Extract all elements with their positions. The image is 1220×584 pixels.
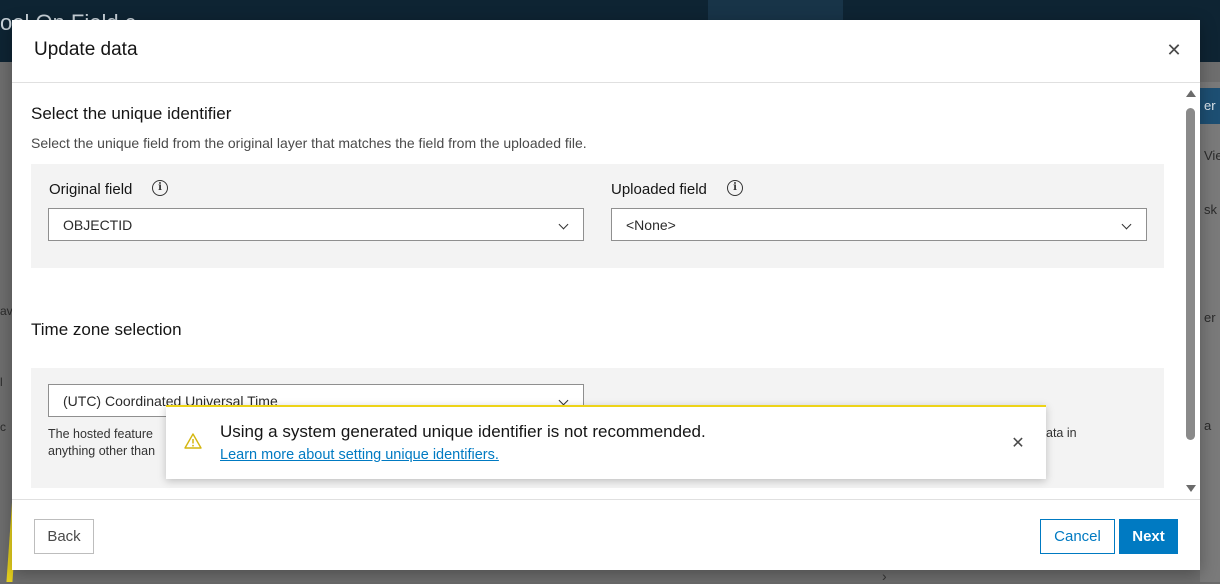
time-zone-helper-line2: anything other than (48, 444, 156, 458)
original-field-label: Original field (49, 181, 133, 198)
original-field-select[interactable]: OBJECTID (48, 208, 584, 241)
background-side-text: er (1204, 98, 1216, 113)
scroll-up-arrow-icon[interactable] (1186, 90, 1196, 97)
background-side-text: Vie (1204, 148, 1220, 163)
uploaded-field-value: <None> (626, 217, 676, 233)
back-button[interactable]: Back (34, 519, 94, 554)
update-data-dialog: Update data ✕ Select the unique identifi… (12, 20, 1200, 570)
dialog-scrollbar[interactable] (1184, 88, 1198, 494)
info-icon[interactable]: i (152, 180, 168, 196)
background-side-text: sk (1204, 202, 1217, 217)
time-zone-helper-line1: The hosted feature (48, 427, 153, 441)
background-side-text: a (1204, 418, 1212, 433)
background-left-text: c (0, 420, 6, 434)
time-zone-heading: Time zone selection (31, 320, 182, 339)
dialog-title: Update data (34, 39, 138, 60)
next-button[interactable]: Next (1119, 519, 1178, 554)
uploaded-field-select[interactable]: <None> (611, 208, 1147, 241)
chevron-down-icon (558, 219, 569, 230)
dialog-header: Update data ✕ (12, 20, 1200, 83)
background-side-text: er (1204, 310, 1216, 325)
background-side-button: er (1200, 88, 1220, 124)
unique-identifier-description: Select the unique field from the origina… (31, 135, 587, 151)
close-icon[interactable]: ✕ (1008, 434, 1028, 454)
warning-title: Using a system generated unique identifi… (220, 422, 706, 441)
scroll-down-arrow-icon[interactable] (1186, 485, 1196, 492)
scrollbar-thumb[interactable] (1186, 108, 1195, 440)
uploaded-field-label: Uploaded field (611, 181, 707, 198)
chevron-down-icon (558, 395, 569, 406)
info-icon[interactable]: i (727, 180, 743, 196)
background-left-text: l (0, 375, 3, 389)
warning-icon (184, 433, 202, 454)
dialog-footer: Back Cancel Next (12, 499, 1200, 571)
field-mapping-panel: Original field i OBJECTID Uploaded field… (31, 164, 1164, 268)
original-field-value: OBJECTID (63, 217, 133, 233)
learn-more-link[interactable]: Learn more about setting unique identifi… (220, 447, 499, 463)
background-left-text: av (0, 304, 13, 318)
background-side-panel: er Vie sk er a (1200, 82, 1220, 582)
warning-notice: Using a system generated unique identifi… (166, 405, 1046, 479)
time-zone-helper-tail: ata in (1046, 426, 1077, 440)
chevron-down-icon (1121, 219, 1132, 230)
cancel-button[interactable]: Cancel (1040, 519, 1115, 554)
close-icon[interactable]: ✕ (1164, 40, 1184, 60)
unique-identifier-heading: Select the unique identifier (31, 104, 232, 123)
